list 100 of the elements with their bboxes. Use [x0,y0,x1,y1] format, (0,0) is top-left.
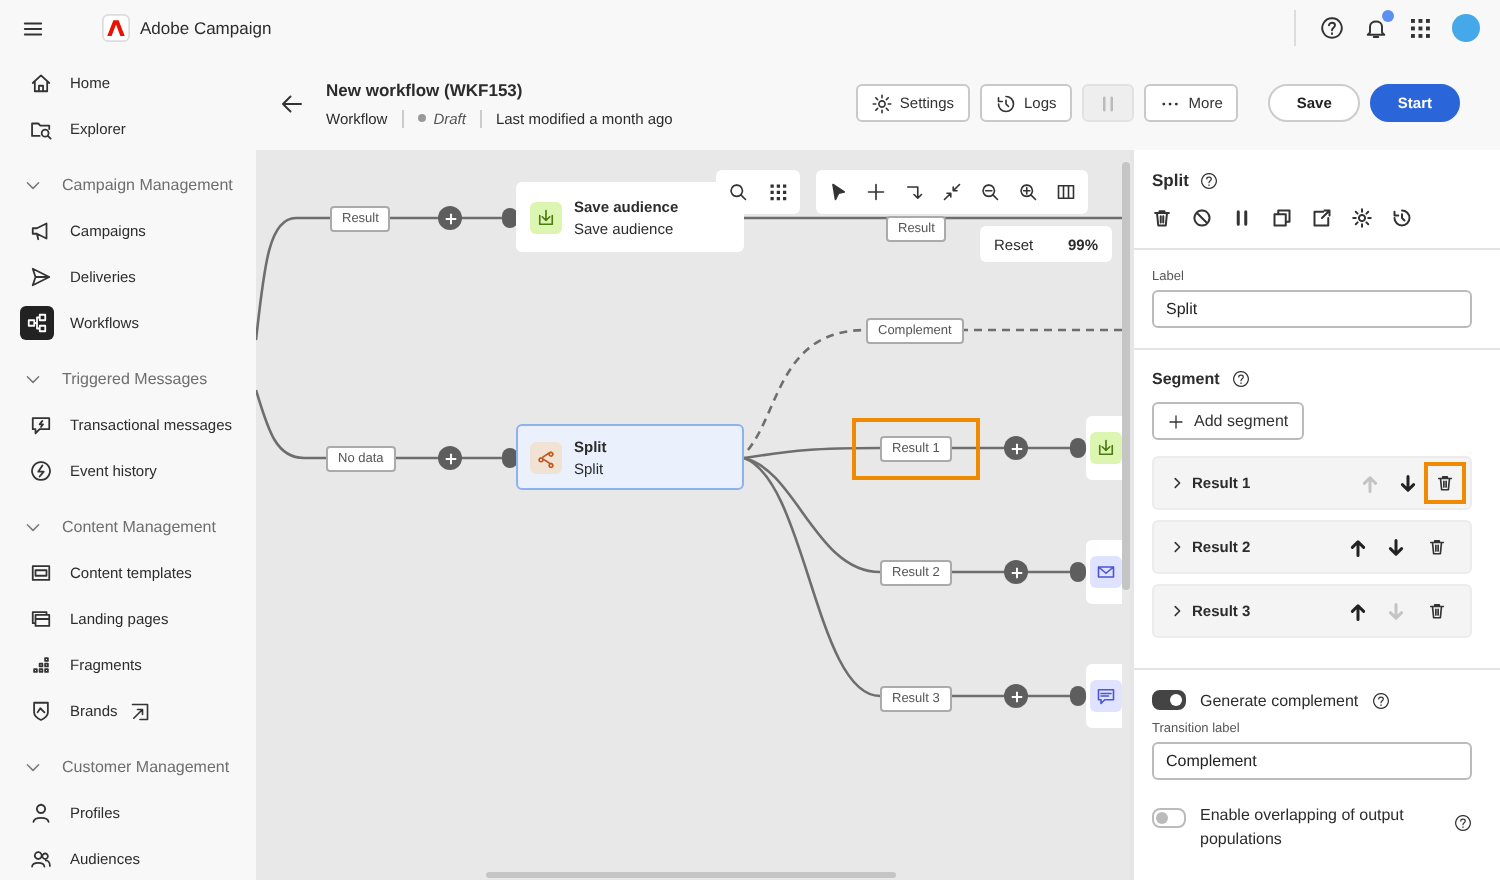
shield-icon [30,700,52,722]
chevron-icon [24,518,42,536]
scrollbar[interactable] [1122,162,1130,590]
delete-icon[interactable] [1152,208,1172,228]
notifications-icon[interactable] [1364,16,1388,40]
menu-icon[interactable] [22,17,44,39]
toggle-switch[interactable] [1152,808,1186,828]
back-icon[interactable] [280,91,304,115]
plus-icon [443,451,457,465]
paper-plane-icon [30,266,52,288]
help-icon[interactable] [1454,814,1472,832]
connector-line [256,389,326,460]
external-link-icon [129,701,150,721]
activity-node[interactable] [1086,664,1122,728]
app-name: Adobe Campaign [140,18,272,38]
disable-icon[interactable] [1192,208,1212,228]
logo-icon [102,14,130,42]
message-icon [30,414,52,436]
trash-icon [1428,538,1446,556]
pause-icon[interactable] [1232,208,1252,228]
delete-button[interactable] [1424,462,1466,504]
add-activity-button[interactable] [1004,560,1028,584]
folder-search-icon [30,118,52,140]
help-icon[interactable] [1231,370,1250,388]
toggle-label: Generate complement [1200,691,1359,709]
download-icon [530,201,562,233]
trash-icon [1428,602,1446,620]
grid-icon[interactable] [768,182,788,202]
move-down-icon[interactable] [1386,537,1406,557]
download-icon [1090,432,1122,464]
chevron-icon[interactable] [1170,540,1184,554]
dashed-connector-line [746,328,867,451]
move-up-icon[interactable] [1348,601,1368,621]
reroute-icon[interactable] [904,182,924,202]
nav-section[interactable]: Customer Management [0,744,256,790]
pause-icon [1098,93,1119,113]
scrollbar[interactable] [486,872,896,878]
nav-section[interactable]: Triggered Messages [0,356,256,402]
chevron-icon[interactable] [1170,476,1184,490]
people-icon [30,848,52,870]
chevron-icon [24,370,42,388]
trash-icon [1436,474,1454,492]
help-icon[interactable] [1372,691,1391,709]
email-icon [1090,556,1122,588]
add-activity-button[interactable] [438,446,462,470]
section-title: Segment [1152,370,1220,388]
megaphone-icon [30,220,52,242]
collapse-icon[interactable] [942,182,962,202]
sms-icon [1090,680,1122,712]
fragments-icon [30,654,52,676]
move-down-icon[interactable] [1398,473,1418,493]
apps-icon[interactable] [1408,16,1432,40]
label-field[interactable]: Split [1152,290,1472,328]
zoom-in-icon[interactable] [1018,182,1038,202]
add-icon[interactable] [866,182,886,202]
export-icon[interactable] [1312,208,1332,228]
add-activity-button[interactable] [1004,436,1028,460]
home-icon [30,72,52,94]
template-icon [30,562,52,584]
help-icon[interactable] [1200,171,1219,189]
bolt-icon [30,460,52,482]
connector-knob [1070,438,1086,458]
plus-icon [1009,689,1023,703]
workflow-title: New workflow (WKF153) [326,79,525,99]
columns-icon[interactable] [1056,182,1076,202]
chevron-icon[interactable] [1170,604,1184,618]
zoom-out-icon[interactable] [980,182,1000,202]
clock-icon [996,93,1017,113]
connector-knob [1070,686,1086,706]
add-activity-button[interactable] [1004,684,1028,708]
nav-section[interactable]: Campaign Management [0,162,256,208]
split-icon [530,441,562,473]
transition-label-field[interactable]: Complement [1152,742,1472,780]
nav-section[interactable]: Content Management [0,504,256,550]
chevron-icon [24,758,42,776]
settings-icon[interactable] [1352,208,1372,228]
help-icon[interactable] [1320,16,1344,40]
add-segment-button[interactable]: Add segment [1152,402,1305,440]
connector-line [256,216,330,341]
person-icon [30,802,52,824]
plus-icon [1009,565,1023,579]
pages-icon [30,608,52,630]
toggle-switch[interactable] [1152,690,1186,710]
copy-icon[interactable] [1272,208,1292,228]
panel-title: Split [1152,170,1189,190]
activity-node[interactable] [1086,540,1122,604]
add-activity-button[interactable] [438,206,462,230]
search-icon[interactable] [728,182,748,202]
toggle-label: Enable overlapping of output populations [1200,804,1406,852]
history-icon[interactable] [1392,208,1412,228]
plus-icon [1168,413,1184,429]
chevron-icon [24,176,42,194]
plus-icon [1009,441,1023,455]
plus-icon [443,211,457,225]
activity-node[interactable] [1086,416,1122,480]
connector-knob [1070,562,1086,582]
move-up-icon[interactable] [1348,537,1368,557]
workflow-icon [20,306,54,340]
settings-icon [871,93,892,113]
pointer-icon[interactable] [828,182,848,202]
